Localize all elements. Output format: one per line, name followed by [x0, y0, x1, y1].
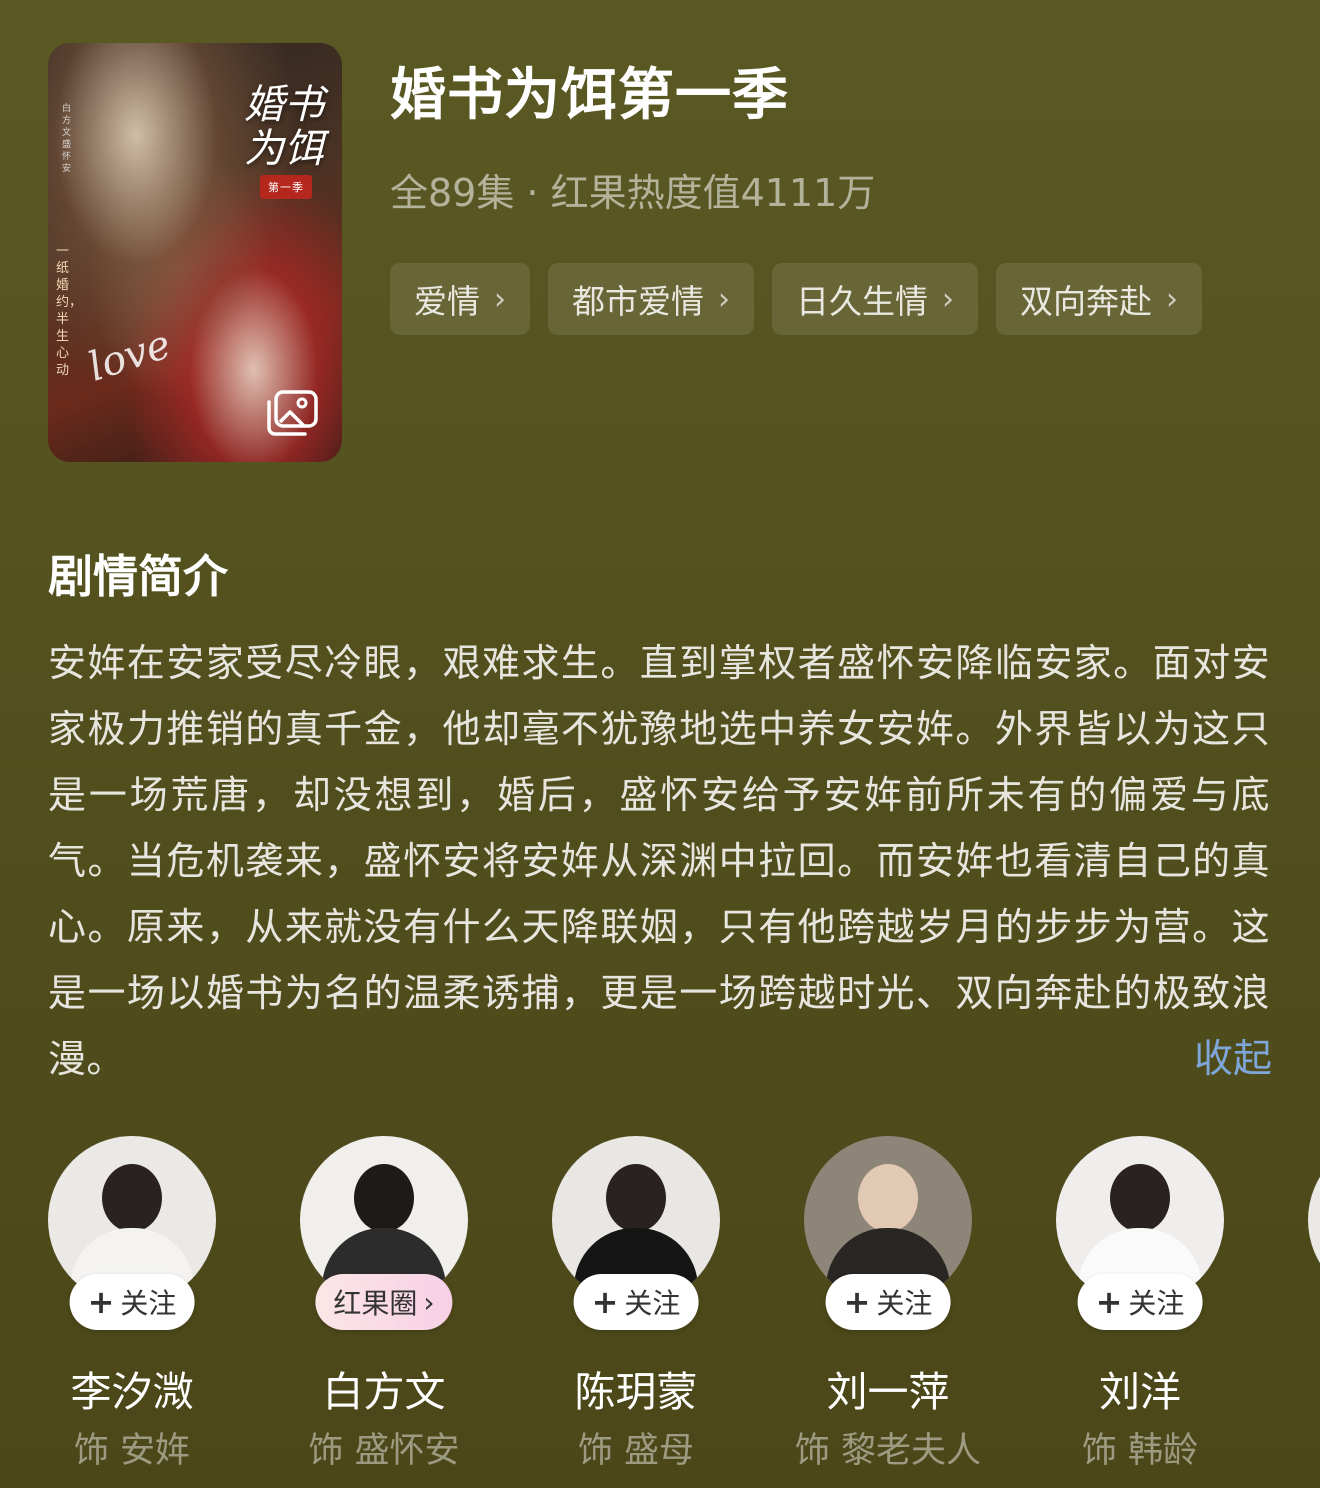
- cast-name: 白方文: [322, 1368, 446, 1416]
- poster-tagline: 一纸婚约，半生心动: [56, 244, 83, 378]
- tag-slow-burn[interactable]: 日久生情 ›: [772, 263, 978, 335]
- drama-detail-page: 白方文 盛怀安 婚书为饵 第一季 一纸婚约，半生心动 love 婚书为饵第一季 …: [0, 0, 1320, 1488]
- cast-name: 李汐溦: [70, 1368, 194, 1416]
- chevron-right-icon: ›: [494, 281, 506, 317]
- tag-label: 爱情: [414, 282, 480, 321]
- cast-item[interactable]: 红果圈 › 白方文 饰 盛怀安: [300, 1136, 468, 1471]
- poster-script-word: love: [82, 321, 177, 391]
- chevron-right-icon: ›: [942, 281, 954, 317]
- synopsis-heading: 剧情简介: [48, 550, 229, 603]
- follow-button[interactable]: + 关注: [573, 1274, 699, 1330]
- gallery-icon[interactable]: [266, 390, 318, 436]
- chevron-right-icon: ›: [718, 281, 730, 317]
- tag-label: 都市爱情: [572, 282, 704, 321]
- hongguo-circle-button[interactable]: 红果圈 ›: [315, 1274, 453, 1330]
- cast-name: 刘一萍: [826, 1368, 950, 1416]
- cast-item[interactable]: + 关注 刘洋 饰 韩龄: [1056, 1136, 1224, 1471]
- chevron-right-icon: ›: [1166, 281, 1178, 317]
- plus-icon: +: [843, 1283, 871, 1321]
- cast-role: 饰 安姩: [73, 1431, 191, 1471]
- cast-name: 刘洋: [1099, 1368, 1181, 1416]
- poster-season-badge: 第一季: [260, 175, 312, 199]
- plus-icon: +: [87, 1283, 115, 1321]
- tag-mutual-love[interactable]: 双向奔赴 ›: [996, 263, 1202, 335]
- cast-role: 饰 韩龄: [1081, 1431, 1199, 1471]
- synopsis-text: 安姩在安家受尽冷眼，艰难求生。直到掌权者盛怀安降临安家。面对安家极力推销的真千金…: [48, 641, 1270, 1081]
- tag-label: 日久生情: [796, 282, 928, 321]
- poster-image[interactable]: 白方文 盛怀安 婚书为饵 第一季 一纸婚约，半生心动 love: [48, 43, 342, 462]
- follow-button[interactable]: + 关注: [1077, 1274, 1203, 1330]
- cast-item[interactable]: + 关注 李汐溦 饰 安姩: [48, 1136, 216, 1471]
- tag-list: 爱情 › 都市爱情 › 日久生情 › 双向奔赴 ›: [390, 263, 1202, 335]
- chevron-right-icon: ›: [423, 1285, 435, 1319]
- follow-button[interactable]: + 关注: [825, 1274, 951, 1330]
- tag-label: 双向奔赴: [1020, 282, 1152, 321]
- poster-cast-names: 白方文 盛怀安: [62, 104, 72, 174]
- cast-role: 饰 盛怀安: [308, 1431, 460, 1471]
- cast-item[interactable]: + 关注 刘一萍 饰 黎老夫人: [795, 1136, 981, 1471]
- plus-icon: +: [591, 1283, 619, 1321]
- poster-title: 婚书为饵: [244, 82, 324, 172]
- avatar[interactable]: [1308, 1136, 1320, 1304]
- cast-list: + 关注 李汐溦 饰 安姩 红果圈 › 白方文 饰 盛怀安 + 关注 陈玥蒙 饰…: [48, 1136, 1320, 1488]
- cast-item[interactable]: + 关注 陈玥蒙 饰 盛母: [552, 1136, 720, 1471]
- cast-role: 饰 盛母: [577, 1431, 695, 1471]
- cast-item-partial[interactable]: [1308, 1136, 1320, 1304]
- tag-urban-romance[interactable]: 都市爱情 ›: [548, 263, 754, 335]
- cast-name: 陈玥蒙: [574, 1368, 698, 1416]
- cast-role: 饰 黎老夫人: [794, 1431, 982, 1471]
- tag-romance[interactable]: 爱情 ›: [390, 263, 530, 335]
- collapse-link[interactable]: 收起: [1194, 1028, 1272, 1084]
- follow-button[interactable]: + 关注: [69, 1274, 195, 1330]
- show-meta: 全89集 · 红果热度值4111万: [390, 171, 876, 215]
- plus-icon: +: [1095, 1283, 1123, 1321]
- show-title: 婚书为饵第一季: [390, 63, 789, 128]
